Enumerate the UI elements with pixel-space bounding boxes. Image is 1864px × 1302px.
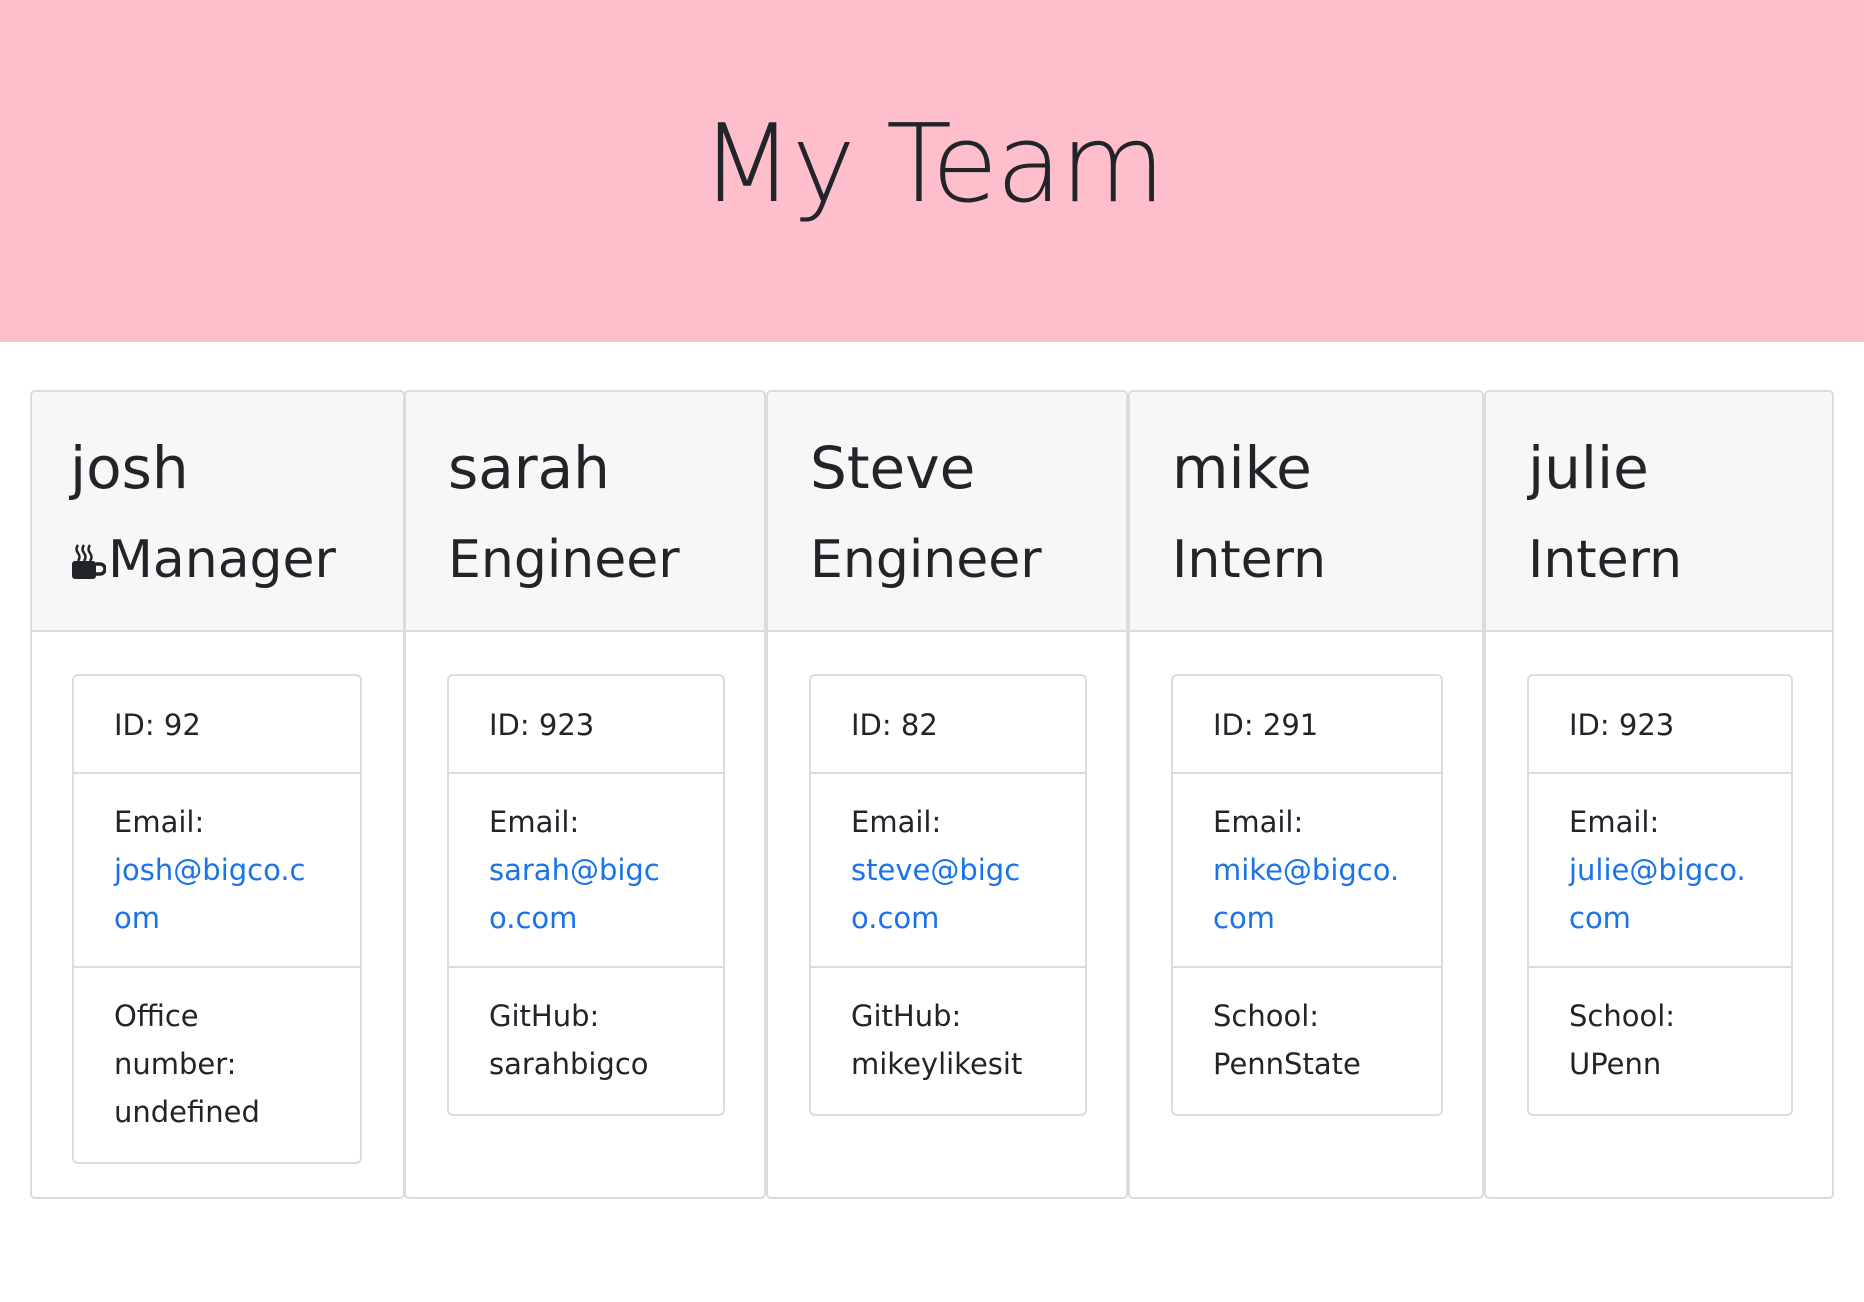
office-number-item: Office number: undefined	[74, 968, 360, 1162]
school-item: School: PennState	[1173, 968, 1441, 1114]
employee-details-list: ID: 82 Email: steve@bigco.com GitHub: mi…	[809, 674, 1087, 1116]
employee-card-mike: mike Intern ID: 291 Email: mike@bigco.co…	[1128, 390, 1484, 1199]
employee-email-item: Email: julie@bigco.com	[1529, 774, 1791, 968]
email-link[interactable]: sarah@bigco.com	[489, 853, 660, 935]
email-link[interactable]: steve@bigco.com	[851, 853, 1020, 935]
employee-name: josh	[70, 434, 189, 502]
card-header: julie Intern	[1486, 392, 1832, 632]
email-link[interactable]: julie@bigco.com	[1569, 853, 1746, 935]
email-link[interactable]: mike@bigco.com	[1213, 853, 1399, 935]
employee-name: sarah	[448, 434, 610, 502]
employee-card-steve: Steve Engineer ID: 82 Email: steve@bigco…	[766, 390, 1128, 1199]
employee-card-josh: josh Manager ID: 92 Email: josh@bigco.co…	[30, 390, 405, 1199]
employee-details-list: ID: 92 Email: josh@bigco.com Office numb…	[72, 674, 362, 1164]
employee-id: ID: 923	[1529, 676, 1791, 774]
school-name: UPenn	[1569, 1047, 1662, 1081]
employee-details-list: ID: 923 Email: sarah@bigco.com GitHub: s…	[447, 674, 725, 1116]
employee-role: Engineer	[448, 530, 680, 590]
github-username: mikeylikesit	[851, 1047, 1023, 1081]
page-title: My Team	[700, 102, 1166, 227]
email-label: Email:	[851, 805, 942, 839]
employee-name: julie	[1528, 434, 1649, 502]
employee-details-list: ID: 291 Email: mike@bigco.com School: Pe…	[1171, 674, 1443, 1116]
card-header: mike Intern	[1130, 392, 1482, 632]
email-label: Email:	[489, 805, 580, 839]
card-header: Steve Engineer	[768, 392, 1126, 632]
school-label: School:	[1213, 999, 1320, 1033]
employee-role: Manager	[70, 518, 336, 602]
school-label: School:	[1569, 999, 1676, 1033]
employee-id: ID: 923	[449, 676, 723, 774]
card-header: josh Manager	[32, 392, 403, 632]
email-label: Email:	[1569, 805, 1660, 839]
github-username: sarahbigco	[489, 1047, 649, 1081]
coffee-mug-icon	[70, 522, 107, 579]
github-item: GitHub: sarahbigco	[449, 968, 723, 1114]
github-label: GitHub:	[489, 999, 600, 1033]
employee-id: ID: 92	[74, 676, 360, 774]
github-item: GitHub: mikeylikesit	[811, 968, 1085, 1114]
card-header: sarah Engineer	[406, 392, 764, 632]
employee-name: mike	[1172, 434, 1312, 502]
employee-card-sarah: sarah Engineer ID: 923 Email: sarah@bigc…	[404, 390, 766, 1199]
school-name: PennState	[1213, 1047, 1361, 1081]
employee-email-item: Email: mike@bigco.com	[1173, 774, 1441, 968]
employee-role: Intern	[1172, 530, 1327, 590]
employee-id: ID: 291	[1173, 676, 1441, 774]
email-label: Email:	[1213, 805, 1304, 839]
employee-email-item: Email: josh@bigco.com	[74, 774, 360, 968]
employee-role: Intern	[1528, 530, 1683, 590]
role-label: Manager	[108, 530, 336, 590]
github-label: GitHub:	[851, 999, 962, 1033]
employee-name: Steve	[810, 434, 976, 502]
header-banner: My Team	[0, 0, 1864, 342]
employee-email-item: Email: steve@bigco.com	[811, 774, 1085, 968]
employee-id: ID: 82	[811, 676, 1085, 774]
employee-role: Engineer	[810, 530, 1042, 590]
office-number-value: undefined	[114, 1095, 260, 1129]
employee-card-julie: julie Intern ID: 923 Email: julie@bigco.…	[1484, 390, 1834, 1199]
employee-details-list: ID: 923 Email: julie@bigco.com School: U…	[1527, 674, 1793, 1116]
email-label: Email:	[114, 805, 205, 839]
office-number-label: Office number:	[114, 999, 237, 1081]
employee-email-item: Email: sarah@bigco.com	[449, 774, 723, 968]
school-item: School: UPenn	[1529, 968, 1791, 1114]
email-link[interactable]: josh@bigco.com	[114, 853, 306, 935]
